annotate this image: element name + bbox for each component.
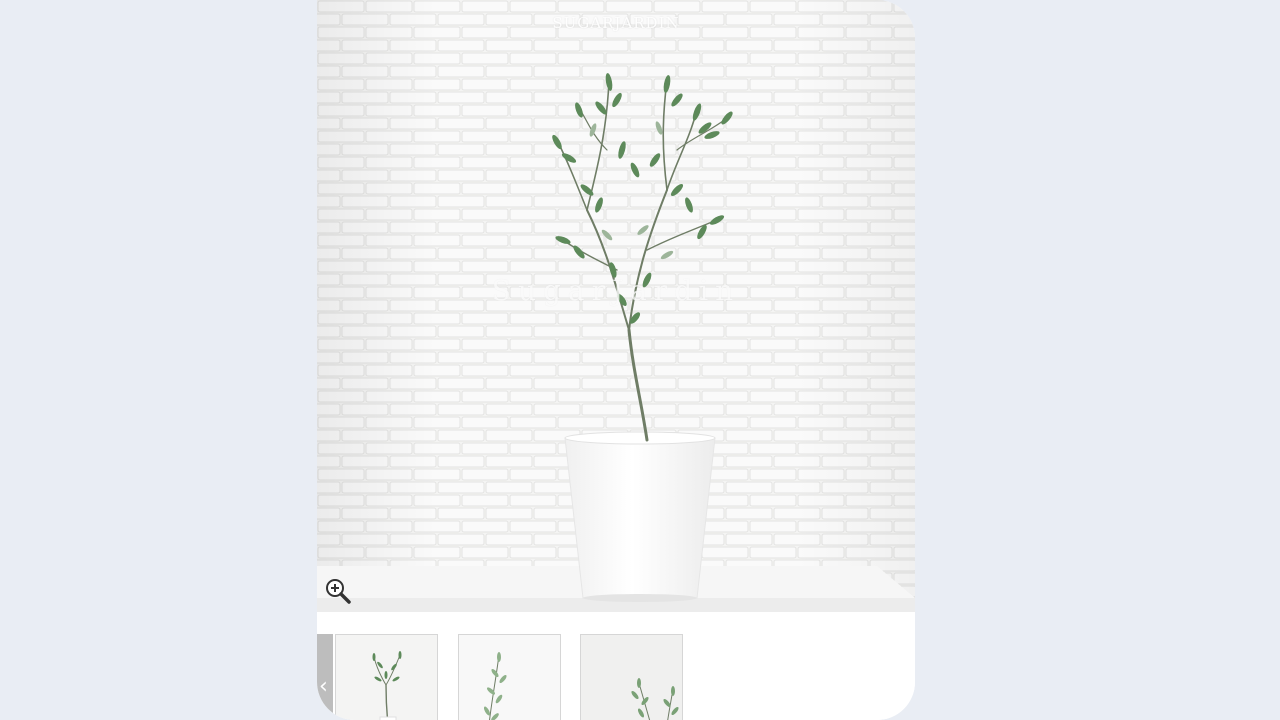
brand-watermark: SugarJardin	[491, 274, 741, 307]
thumbnail-2[interactable]	[458, 634, 561, 720]
chevron-left-icon[interactable]: ‹	[317, 634, 333, 720]
thumbnail-1[interactable]	[335, 634, 438, 720]
thumbnail-strip: ‹	[317, 612, 915, 720]
product-main-image[interactable]: SUGARJARDIN SugarJardin	[317, 0, 915, 612]
brand-logo-text: SUGARJARDIN	[552, 14, 680, 32]
zoom-in-icon[interactable]	[323, 576, 353, 606]
thumbnail-3[interactable]	[580, 634, 683, 720]
prev-glyph: ‹	[319, 674, 328, 699]
product-gallery-panel: SUGARJARDIN SugarJardin ‹	[317, 0, 915, 720]
